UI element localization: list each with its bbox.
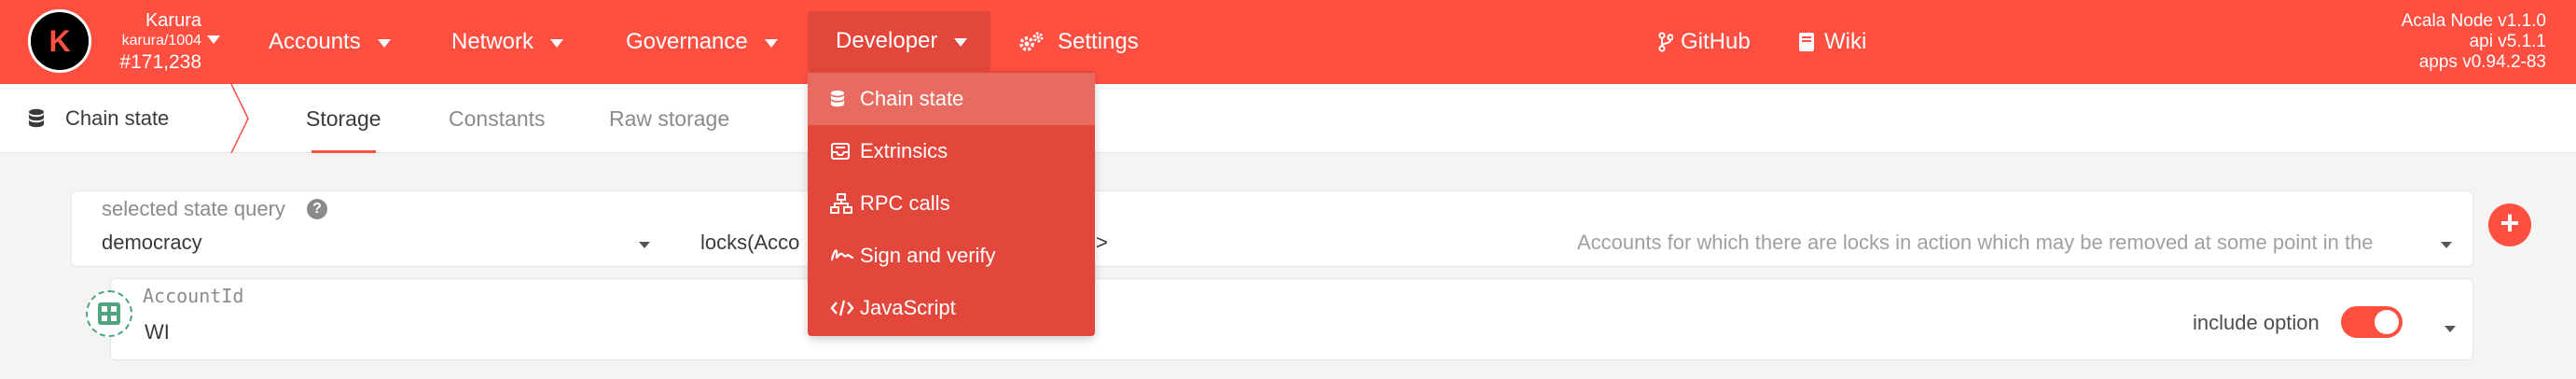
param-card: AccountId WI include option <box>110 278 2473 360</box>
include-option-label: include option <box>2193 311 2320 334</box>
network-icon <box>830 193 854 214</box>
nav-accounts[interactable]: Accounts <box>269 0 391 84</box>
nav-developer-label: Developer <box>836 28 938 53</box>
state-query-label: selected state query <box>102 197 285 220</box>
chain-selector-caret-icon[interactable] <box>207 35 220 44</box>
book-icon <box>1798 32 1815 52</box>
inbox-icon <box>830 142 854 161</box>
node-version: Acala Node v1.1.0 <box>2401 11 2546 31</box>
chain-name: Karura <box>145 10 201 31</box>
nav-network-label: Network <box>451 29 534 54</box>
section-title: Chain state <box>0 84 169 153</box>
menu-item-label: RPC calls <box>860 191 950 215</box>
menu-item-rpc-calls[interactable]: RPC calls <box>808 177 1095 230</box>
breadcrumb-chevron-icon <box>230 84 249 153</box>
caret-down-icon <box>764 38 778 48</box>
best-block-number: #171,238 <box>119 50 201 73</box>
svg-text:K: K <box>48 24 70 58</box>
nav-github-label: GitHub <box>1681 29 1751 54</box>
database-icon <box>830 90 854 108</box>
account-id-input[interactable]: WI <box>145 320 170 344</box>
caret-down-icon <box>2441 242 2452 248</box>
nav-settings-label: Settings <box>1058 29 1139 54</box>
menu-item-label: Sign and verify <box>860 244 996 267</box>
nav-wiki[interactable]: Wiki <box>1798 0 1866 84</box>
nav-github[interactable]: GitHub <box>1658 0 1751 84</box>
nav-developer[interactable]: Developer <box>808 11 990 71</box>
add-query-button[interactable]: + <box>2488 204 2531 246</box>
apps-version: apps v0.94.2-83 <box>2418 52 2546 72</box>
account-identicon <box>86 290 132 337</box>
chain-selector[interactable]: Karura karura/1004 #171,238 <box>99 11 201 73</box>
caret-down-icon <box>954 37 968 47</box>
menu-item-label: JavaScript <box>860 296 956 319</box>
method-select-value: locks(Acco <box>700 231 800 254</box>
menu-item-label: Chain state <box>860 87 964 110</box>
state-query-card: selected state query ? democracy locks(A… <box>71 190 2473 267</box>
database-icon <box>28 108 45 129</box>
module-select-value: democracy <box>102 231 202 254</box>
tab-constants[interactable]: Constants <box>449 84 546 153</box>
caret-down-icon <box>550 38 564 48</box>
menu-item-label: Extrinsics <box>860 139 949 162</box>
sub-navbar: Chain state Storage Constants Raw storag… <box>0 84 2576 153</box>
api-version: api v5.1.1 <box>2469 32 2546 51</box>
account-id-label: AccountId <box>143 285 244 307</box>
menu-item-javascript[interactable]: JavaScript <box>808 282 1095 334</box>
caret-down-icon <box>639 242 650 248</box>
help-icon[interactable]: ? <box>307 199 327 219</box>
karura-logo-icon: K <box>35 16 85 66</box>
code-branch-icon <box>1658 32 1673 52</box>
signature-icon <box>830 246 854 265</box>
toggle-knob <box>2375 310 2399 334</box>
developer-dropdown-menu: Chain state Extrinsics RPC calls Sign an… <box>808 71 1095 336</box>
tab-constants-label: Constants <box>449 105 546 131</box>
caret-down-icon[interactable] <box>2444 326 2456 332</box>
menu-item-extrinsics[interactable]: Extrinsics <box>808 125 1095 177</box>
tab-raw-storage[interactable]: Raw storage <box>609 84 729 153</box>
code-icon <box>830 299 854 317</box>
nav-wiki-label: Wiki <box>1824 29 1867 54</box>
menu-item-sign-and-verify[interactable]: Sign and verify <box>808 230 1095 282</box>
nav-governance[interactable]: Governance <box>626 0 778 84</box>
version-info: Acala Node v1.1.0 api v5.1.1 apps v0.94.… <box>2402 11 2546 73</box>
nav-network[interactable]: Network <box>451 0 564 84</box>
method-signature-tail: > <box>1096 231 1108 254</box>
menu-item-chain-state[interactable]: Chain state <box>808 73 1095 125</box>
caret-down-icon <box>377 38 391 48</box>
method-description: Accounts for which there are locks in ac… <box>1577 231 2374 254</box>
tab-storage[interactable]: Storage <box>306 84 381 153</box>
gears-icon <box>1018 31 1045 53</box>
section-title-label: Chain state <box>65 106 170 130</box>
module-select[interactable]: democracy <box>72 225 669 266</box>
chain-logo[interactable]: K <box>28 9 91 73</box>
tab-raw-storage-label: Raw storage <box>609 105 730 131</box>
nav-governance-label: Governance <box>626 29 748 54</box>
identicon-grid-icon <box>98 302 120 325</box>
tab-storage-label: Storage <box>306 105 381 131</box>
chain-node: karura/1004 <box>121 33 201 49</box>
nav-accounts-label: Accounts <box>269 29 361 54</box>
include-option-toggle[interactable] <box>2341 306 2403 338</box>
top-navbar: K Karura karura/1004 #171,238 Accounts N… <box>0 0 2576 84</box>
